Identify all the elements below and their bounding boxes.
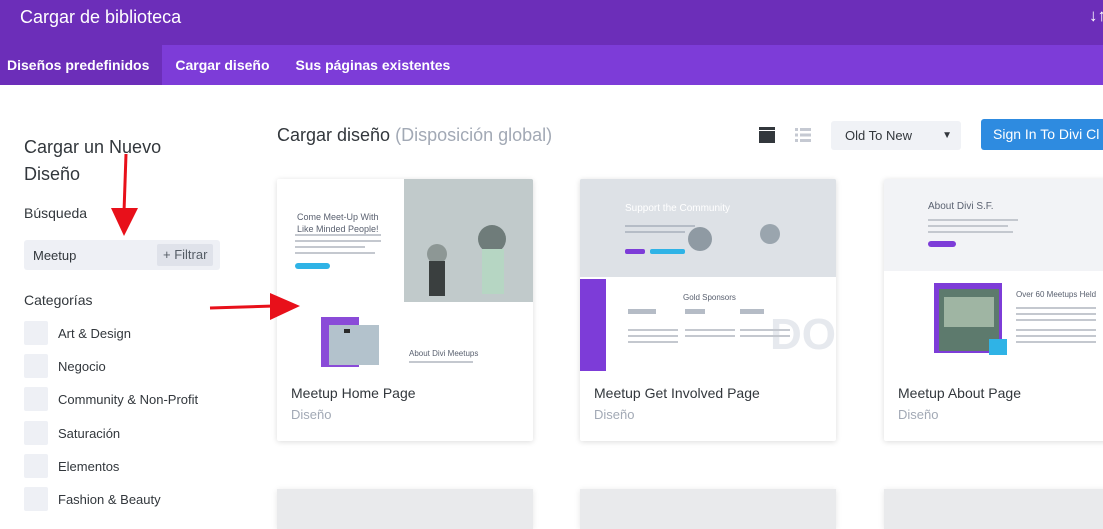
page-title-sub: (Disposición global) <box>395 125 553 145</box>
category-art-design[interactable]: Art & Design <box>24 321 131 345</box>
page-title-main: Cargar diseño <box>277 125 391 145</box>
thumb-section: About Divi Meetups <box>409 349 479 358</box>
category-negocio[interactable]: Negocio <box>24 354 106 378</box>
tab-load-layout[interactable]: Cargar diseño <box>162 45 282 85</box>
layout-card[interactable]: Come Meet-Up With Like Minded People! Ab… <box>277 179 533 441</box>
layout-thumbnail: About Divi S.F. Over 60 Meetups Held <box>884 179 1103 371</box>
layout-type: Diseño <box>291 407 332 422</box>
layout-name: Meetup Home Page <box>291 385 416 401</box>
sign-in-divi-cloud-button[interactable]: Sign In To Divi Cl <box>981 119 1103 150</box>
category-fashion-beauty[interactable]: Fashion & Beauty <box>24 487 161 511</box>
thumb-headline: Support the Community <box>625 203 731 214</box>
thumb-headline: About Divi S.F. <box>928 201 994 212</box>
category-saturacion[interactable]: Saturación <box>24 421 120 445</box>
tab-predefined-layouts[interactable]: Diseños predefinidos <box>0 45 163 85</box>
category-checkbox[interactable] <box>24 487 48 511</box>
layout-name: Meetup About Page <box>898 385 1021 401</box>
tab-existing-pages[interactable]: Sus páginas existentes <box>283 45 464 85</box>
layout-type: Diseño <box>594 407 635 422</box>
thumb-headline: Come Meet-Up With Like Minded People! <box>297 212 379 234</box>
grid-view-icon[interactable] <box>759 127 775 143</box>
layout-thumbnail: DO Support the Community Gold Sponsors <box>580 179 836 371</box>
thumb-section: Gold Sponsors <box>683 293 736 302</box>
layout-card-partial[interactable] <box>277 489 533 529</box>
category-checkbox[interactable] <box>24 321 48 345</box>
categories-label: Categorías <box>24 292 93 308</box>
annotation-arrow-down-icon <box>111 153 138 236</box>
svg-text:DO: DO <box>770 310 836 359</box>
layout-thumbnail: Come Meet-Up With Like Minded People! Ab… <box>277 179 533 371</box>
layout-type: Diseño <box>898 407 939 422</box>
thumb-section: Over 60 Meetups Held <box>1016 290 1097 299</box>
layout-card[interactable]: DO Support the Community Gold Sponsors M… <box>580 179 836 441</box>
layout-card-partial[interactable] <box>580 489 836 529</box>
list-view-icon[interactable] <box>795 127 811 143</box>
chevron-down-icon: ▼ <box>942 130 952 141</box>
search-input[interactable] <box>24 240 154 270</box>
category-elementos[interactable]: Elementos <box>24 454 119 478</box>
category-checkbox[interactable] <box>24 454 48 478</box>
tab-bar: Diseños predefinidos Cargar diseño Sus p… <box>0 45 1103 85</box>
filter-button[interactable]: + Filtrar <box>157 244 214 266</box>
layout-card[interactable]: About Divi S.F. Over 60 Meetups Held Mee… <box>884 179 1103 441</box>
category-checkbox[interactable] <box>24 387 48 411</box>
page-title: Cargar diseño (Disposición global) <box>277 125 552 146</box>
modal-titlebar: Cargar de biblioteca ↓↑ <box>0 0 1103 45</box>
sort-toggle-icon[interactable]: ↓↑ <box>1089 6 1103 26</box>
modal-title: Cargar de biblioteca <box>20 7 182 27</box>
annotation-arrow-right-icon <box>209 293 300 320</box>
sort-select-value: Old To New <box>845 128 912 143</box>
category-community[interactable]: Community & Non-Profit <box>24 387 198 411</box>
search-box: + Filtrar <box>24 240 220 270</box>
category-checkbox[interactable] <box>24 354 48 378</box>
category-checkbox[interactable] <box>24 421 48 445</box>
layout-name: Meetup Get Involved Page <box>594 385 760 401</box>
layout-card-partial[interactable] <box>884 489 1103 529</box>
sort-select[interactable]: Old To New ▼ <box>831 121 961 150</box>
